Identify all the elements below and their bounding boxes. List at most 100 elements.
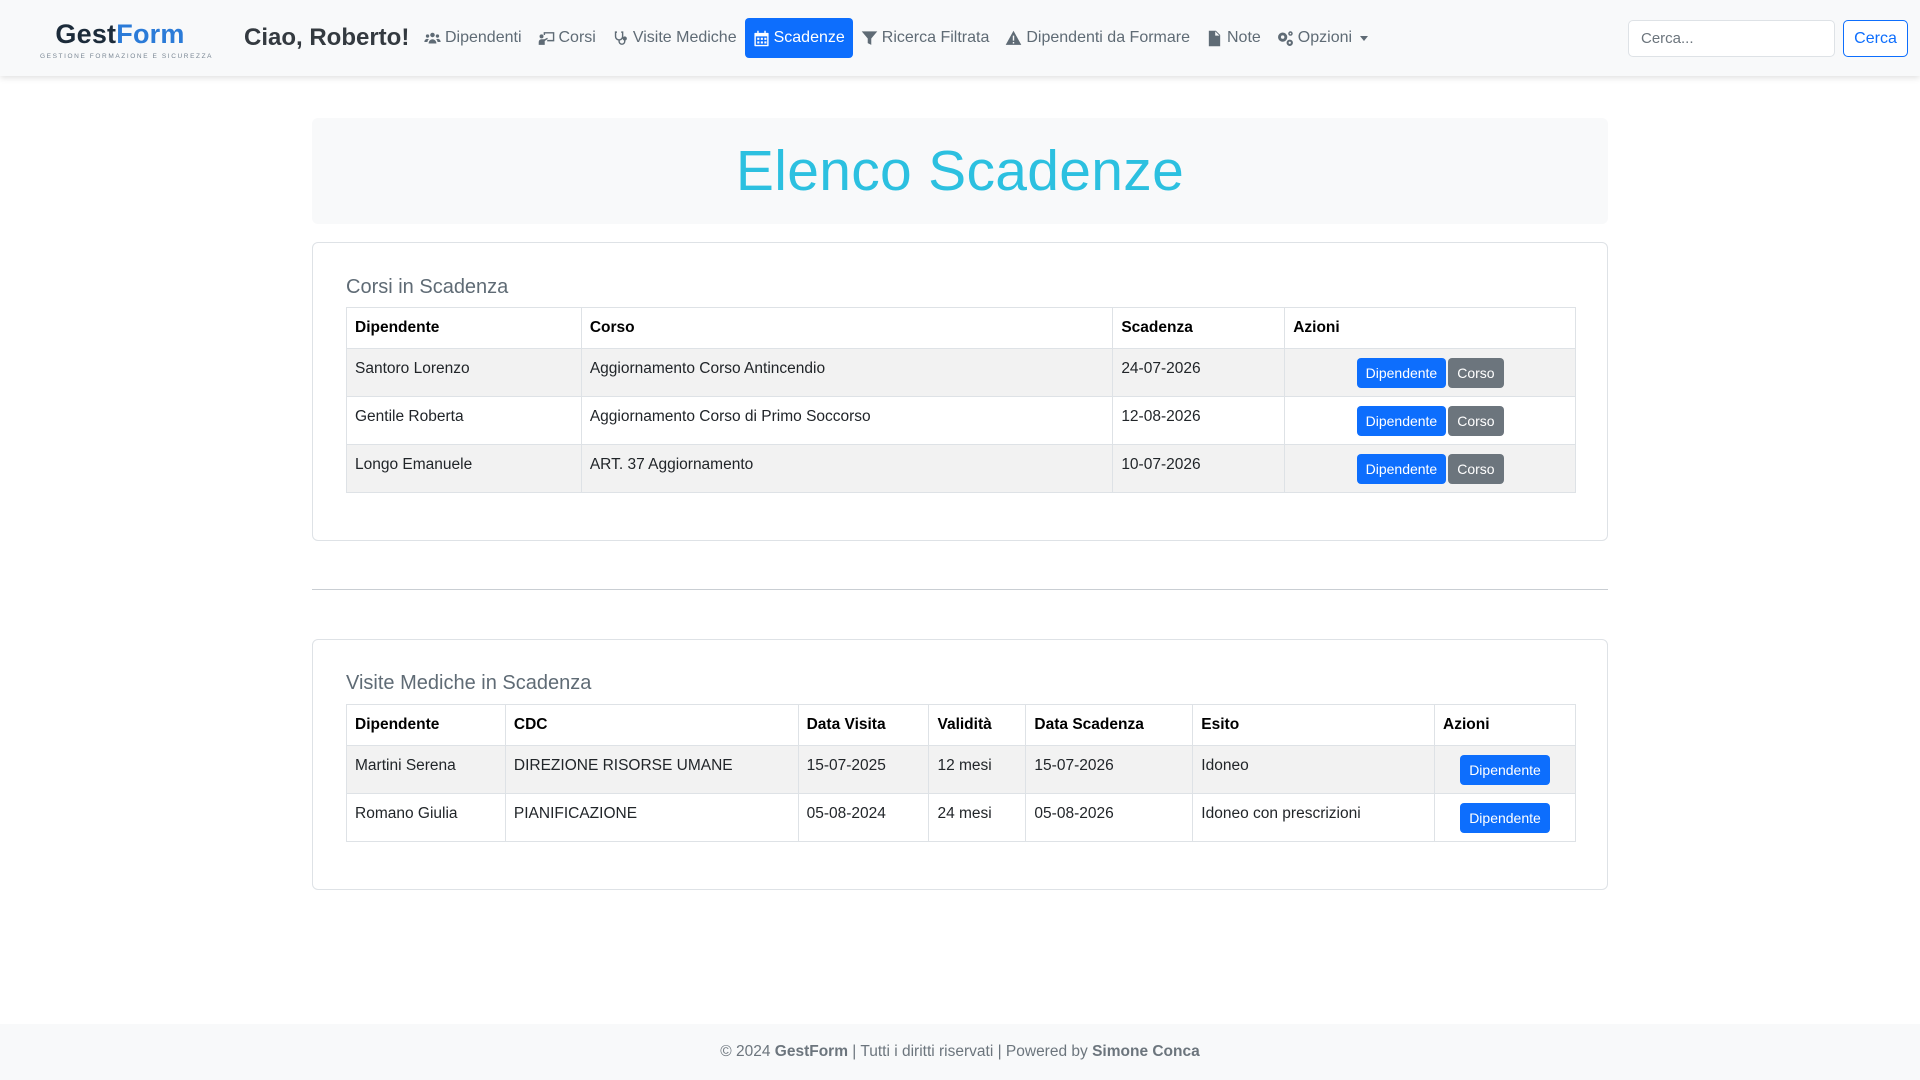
cell-corso: Aggiornamento Corso Antincendio (580, 348, 1114, 397)
cell-cdc: DIREZIONE RISORSE UMANE (504, 745, 799, 794)
column-header: Validità (928, 704, 1027, 746)
section-divider (312, 589, 1608, 590)
column-header: Esito (1192, 704, 1436, 746)
column-header: Data Scadenza (1025, 704, 1194, 746)
dipendente-button[interactable]: Dipendente (1356, 358, 1447, 388)
visite-in-scadenza-card: Visite Mediche in Scadenza Dipendente CD… (312, 639, 1608, 890)
cell-data-visita: 05-08-2024 (797, 793, 930, 842)
nav-note-label: Note (1227, 29, 1261, 46)
nav-visite-label: Visite Mediche (632, 29, 737, 46)
cell-scadenza: 24-07-2026 (1112, 348, 1286, 397)
filter-icon (861, 30, 878, 45)
nav-opzioni-label: Opzioni (1297, 29, 1353, 46)
dipendente-button[interactable]: Dipendente (1460, 803, 1550, 833)
nav-note[interactable]: Note (1198, 18, 1269, 58)
column-header: Corso (580, 307, 1114, 349)
footer-copyright: © 2024 (720, 1043, 771, 1060)
search-input[interactable] (1628, 20, 1835, 57)
cell-dipendente: Martini Serena (346, 745, 506, 794)
nav-ricerca-label: Ricerca Filtrata (881, 29, 990, 46)
footer: © 2024 GestForm | Tutti i diritti riserv… (0, 1024, 1920, 1080)
nav-scadenze-label: Scadenze (773, 29, 845, 46)
greeting: Ciao, Roberto! (244, 24, 410, 51)
corso-button[interactable]: Corso (1448, 406, 1504, 436)
table-row: Romano Giulia PIANIFICAZIONE 05-08-2024 … (346, 793, 1576, 842)
search-button[interactable]: Cerca (1843, 20, 1908, 57)
stethoscope-icon (614, 30, 627, 45)
nav-da-formare-label: Dipendenti da Formare (1026, 29, 1190, 46)
top-navbar: GestForm GESTIONE FORMAZIONE E SICUREZZA… (0, 0, 1920, 76)
column-header: Azioni (1434, 704, 1576, 746)
nav-dipendenti[interactable]: Dipendenti (416, 18, 530, 58)
brand-tagline: GESTIONE FORMAZIONE E SICUREZZA (40, 53, 214, 60)
corsi-in-scadenza-card: Corsi in Scadenza Dipendente Corso Scade… (312, 242, 1608, 541)
cell-corso: Aggiornamento Corso di Primo Soccorso (580, 396, 1114, 445)
column-header: Dipendente (346, 704, 506, 746)
nav-opzioni-dropdown[interactable]: Opzioni (1269, 18, 1376, 58)
column-header: Azioni (1284, 307, 1576, 349)
nav-visite-mediche[interactable]: Visite Mediche (604, 18, 745, 58)
page-title: Elenco Scadenze (735, 139, 1185, 203)
brand-logo[interactable]: GestForm GESTIONE FORMAZIONE E SICUREZZA (40, 20, 214, 64)
dipendente-button[interactable]: Dipendente (1460, 755, 1550, 785)
cell-azioni: Dipendente (1434, 793, 1576, 842)
cell-esito: Idoneo (1192, 745, 1436, 794)
corso-button[interactable]: Corso (1448, 454, 1504, 484)
warning-triangle-icon (1006, 30, 1022, 45)
file-icon (1208, 30, 1221, 46)
footer-author: Simone Conca (1092, 1043, 1200, 1060)
brand-name-part2: Form (116, 19, 185, 49)
corsi-section-title: Corsi in Scadenza (346, 276, 509, 298)
caret-down-icon (1360, 35, 1369, 41)
cell-cdc: PIANIFICAZIONE (504, 793, 799, 842)
column-header: CDC (504, 704, 799, 746)
nav-scadenze[interactable]: Scadenze (744, 18, 853, 58)
cell-dipendente: Gentile Roberta (346, 396, 582, 445)
nav-dipendenti-label: Dipendenti (445, 29, 522, 46)
footer-brand: GestForm (774, 1043, 848, 1060)
column-header: Scadenza (1112, 307, 1286, 349)
corsi-table: Dipendente Corso Scadenza Azioni Santoro… (346, 307, 1576, 493)
table-header-row: Dipendente Corso Scadenza Azioni (346, 307, 1576, 349)
visite-table: Dipendente CDC Data Visita Validità Data… (346, 704, 1576, 842)
cell-validita: 24 mesi (928, 793, 1027, 842)
nav-corsi-label: Corsi (558, 29, 596, 46)
cell-azioni: Dipendente Corso (1284, 396, 1576, 445)
brand-name: GestForm (40, 20, 200, 48)
table-row: Santoro Lorenzo Aggiornamento Corso Anti… (346, 348, 1576, 397)
column-header: Data Visita (797, 704, 930, 746)
column-header: Dipendente (346, 307, 582, 349)
cell-data-visita: 15-07-2025 (797, 745, 930, 794)
cell-azioni: Dipendente Corso (1284, 444, 1576, 493)
cell-scadenza: 12-08-2026 (1112, 396, 1286, 445)
nav-corsi[interactable]: Corsi (530, 18, 604, 58)
dipendente-button[interactable]: Dipendente (1356, 454, 1447, 484)
chalkboard-teacher-icon (538, 31, 554, 45)
calendar-icon (754, 30, 769, 46)
visite-section-title: Visite Mediche in Scadenza (346, 672, 592, 694)
cell-data-scadenza: 05-08-2026 (1025, 793, 1194, 842)
table-header-row: Dipendente CDC Data Visita Validità Data… (346, 704, 1576, 746)
cell-corso: ART. 37 Aggiornamento (580, 444, 1114, 493)
users-icon (424, 32, 441, 43)
table-row: Martini Serena DIREZIONE RISORSE UMANE 1… (346, 745, 1576, 794)
cell-data-scadenza: 15-07-2026 (1025, 745, 1194, 794)
cell-scadenza: 10-07-2026 (1112, 444, 1286, 493)
cogs-icon (1277, 30, 1293, 46)
table-row: Longo Emanuele ART. 37 Aggiornamento 10-… (346, 444, 1576, 493)
cell-validita: 12 mesi (928, 745, 1027, 794)
nav-dipendenti-da-formare[interactable]: Dipendenti da Formare (997, 18, 1198, 58)
corso-button[interactable]: Corso (1448, 358, 1504, 388)
main-nav: Dipendenti Corsi Visite Mediche Scadenze… (416, 18, 1376, 58)
cell-azioni: Dipendente (1434, 745, 1576, 794)
dipendente-button[interactable]: Dipendente (1356, 406, 1447, 436)
cell-azioni: Dipendente Corso (1284, 348, 1576, 397)
cell-dipendente: Santoro Lorenzo (346, 348, 582, 397)
cell-dipendente: Longo Emanuele (346, 444, 582, 493)
page-header: Elenco Scadenze (312, 118, 1608, 224)
cell-dipendente: Romano Giulia (346, 793, 506, 842)
nav-ricerca-filtrata[interactable]: Ricerca Filtrata (853, 18, 998, 58)
cell-esito: Idoneo con prescrizioni (1192, 793, 1436, 842)
brand-name-part1: Gest (55, 19, 117, 49)
footer-rights: | Tutti i diritti riservati | Powered by (848, 1043, 1093, 1060)
